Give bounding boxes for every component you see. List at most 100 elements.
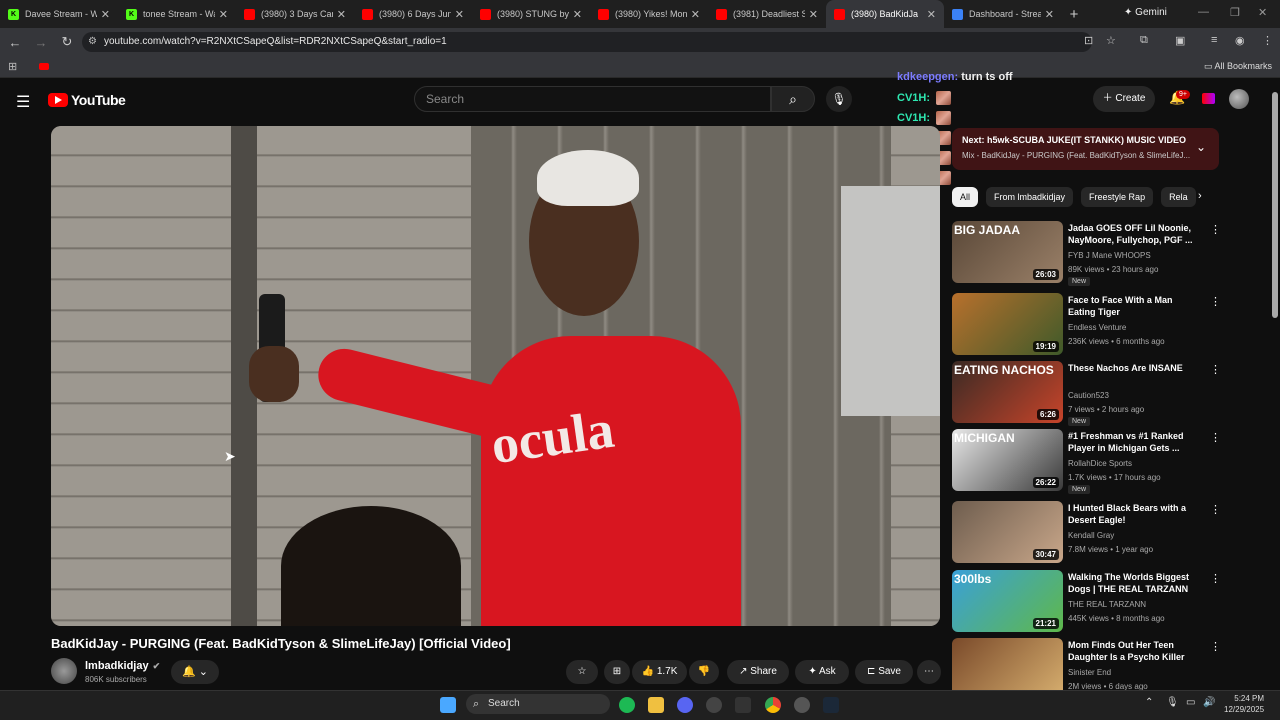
maximize-icon[interactable]: ❐ [1230, 6, 1240, 19]
tray-overflow-icon[interactable]: ⌃ [1145, 697, 1153, 708]
recommendation-title[interactable]: Mom Finds Out Her Teen Daughter Is a Psy… [1068, 639, 1202, 663]
browser-tab[interactable]: (3980) BadKidJa ✕ [826, 0, 944, 28]
page-scrollbar[interactable] [1272, 92, 1278, 318]
volume-icon[interactable]: 🔊 [1203, 697, 1215, 708]
microphone-tray-icon[interactable]: 🎙 [1166, 697, 1179, 708]
more-vert-icon[interactable]: ⋮ [1210, 503, 1221, 516]
recommendation-channel[interactable]: Caution523 [1068, 391, 1109, 400]
back-icon[interactable]: ← [4, 35, 26, 50]
create-button[interactable]: ＋ Create [1093, 86, 1155, 112]
channel-avatar[interactable] [51, 658, 77, 684]
youtube-logo[interactable]: YouTube [48, 92, 126, 108]
video-thumbnail[interactable]: 30:47 [952, 501, 1063, 563]
spotify-icon[interactable] [619, 697, 635, 713]
filter-chip[interactable]: Freestyle Rap [1081, 187, 1154, 207]
browser-tab[interactable]: Dashboard - Strea ✕ [944, 0, 1062, 28]
close-tab-icon[interactable]: ✕ [1045, 8, 1054, 21]
discord-icon[interactable] [677, 697, 693, 713]
network-icon[interactable]: ▭ [1186, 697, 1195, 708]
like-button[interactable]: 👍 1.7K [632, 660, 687, 684]
recommendation-channel[interactable]: RollahDice Sports [1068, 459, 1132, 468]
recommendation-title[interactable]: Walking The Worlds Biggest Dogs | THE RE… [1068, 571, 1202, 595]
close-window-icon[interactable]: ✕ [1258, 6, 1267, 19]
recommendation-channel[interactable]: Kendall Gray [1068, 531, 1114, 540]
media-icon[interactable]: ≡ [1211, 34, 1217, 46]
subscription-bell-button[interactable]: 🔔 ⌄ [171, 660, 219, 684]
close-tab-icon[interactable]: ✕ [101, 8, 110, 21]
recommendation-title[interactable]: #1 Freshman vs #1 Ranked Player in Michi… [1068, 430, 1202, 454]
browser-tab[interactable]: Ktonee Stream - Wat ✕ [118, 0, 236, 28]
close-tab-icon[interactable]: ✕ [573, 8, 582, 21]
profile-icon[interactable]: ◉ [1235, 34, 1245, 47]
filter-chip[interactable]: All [952, 187, 979, 207]
chevron-right-icon[interactable]: › [1198, 190, 1202, 202]
more-vert-icon[interactable]: ⋮ [1210, 223, 1221, 236]
more-vert-icon[interactable]: ⋮ [1210, 431, 1221, 444]
search-button[interactable]: ⌕ [771, 86, 815, 112]
ask-button[interactable]: ✦ Ask [795, 660, 849, 684]
close-tab-icon[interactable]: ✕ [809, 8, 818, 21]
bookmark-star-icon[interactable]: ☆ [1106, 34, 1116, 47]
dislike-button[interactable]: 👎 [689, 660, 719, 684]
browser-tab[interactable]: (3980) 3 Days Camp ✕ [236, 0, 354, 28]
close-tab-icon[interactable]: ✕ [219, 8, 228, 21]
sidepanel-icon[interactable]: ▣ [1175, 34, 1185, 47]
save-to-star-button[interactable]: ☆ [566, 660, 598, 684]
browser-tab[interactable]: (3980) Yikes! Mons ✕ [590, 0, 708, 28]
channel-name-link[interactable]: lmbadkidjay ✔ [85, 660, 160, 672]
recommendation-item[interactable]: 19:19 Face to Face With a Man Eating Tige… [952, 293, 1252, 357]
save-button[interactable]: ⊏ Save [855, 660, 913, 684]
youtube-bookmark-icon[interactable] [39, 63, 49, 70]
steam-icon[interactable] [823, 697, 839, 713]
system-clock[interactable]: 5:24 PM 12/29/2025 [1224, 693, 1264, 715]
close-tab-icon[interactable]: ✕ [691, 8, 700, 21]
search-input[interactable]: Search [414, 86, 771, 112]
video-thumbnail[interactable]: BIG JADAA 26:03 [952, 221, 1063, 283]
app-icon[interactable] [794, 697, 810, 713]
epic-games-icon[interactable] [735, 697, 751, 713]
video-player[interactable]: ocula [51, 126, 940, 626]
more-vert-icon[interactable]: ⋮ [1210, 572, 1221, 585]
recommendation-title[interactable]: I Hunted Black Bears with a Desert Eagle… [1068, 502, 1202, 526]
all-bookmarks-button[interactable]: ▭ All Bookmarks [1204, 61, 1272, 72]
recommendation-item[interactable]: BIG JADAA 26:03 Jadaa GOES OFF Lil Noonie,… [952, 221, 1252, 286]
video-thumbnail[interactable]: 19:19 [952, 293, 1063, 355]
reload-icon[interactable]: ↻ [56, 34, 78, 50]
filter-chip[interactable]: Rela [1161, 187, 1196, 207]
apps-grid-icon[interactable]: ⊞ [8, 60, 17, 73]
chrome-icon[interactable] [765, 697, 781, 713]
filter-chip[interactable]: From lmbadkidjay [986, 187, 1074, 207]
more-actions-button[interactable]: ⋯ [917, 660, 941, 684]
recommendation-item[interactable]: 300lbs 21:21 Walking The Worlds Biggest Do… [952, 570, 1252, 634]
chevron-down-icon[interactable]: ⌄ [1196, 140, 1206, 154]
voice-search-icon[interactable]: 🎙 [826, 86, 852, 112]
more-vert-icon[interactable]: ⋮ [1210, 295, 1221, 308]
close-tab-icon[interactable]: ✕ [455, 8, 464, 21]
recommendation-title[interactable]: These Nachos Are INSANE [1068, 362, 1202, 374]
extensions-icon[interactable]: ⧉ [1140, 34, 1148, 47]
recommendation-item[interactable]: MICHIGAN 26:22 #1 Freshman vs #1 Ranked Pl… [952, 429, 1252, 494]
file-explorer-icon[interactable] [648, 697, 664, 713]
video-thumbnail[interactable]: MICHIGAN 26:22 [952, 429, 1063, 491]
minimize-icon[interactable]: — [1198, 6, 1209, 18]
taskbar-search[interactable]: Search [466, 694, 610, 714]
recommendation-title[interactable]: Jadaa GOES OFF Lil Noonie, NayMoore, Ful… [1068, 222, 1202, 246]
hamburger-menu-icon[interactable]: ☰ [16, 92, 30, 112]
browser-tab[interactable]: (3980) 6 Days Jung ✕ [354, 0, 472, 28]
install-icon[interactable]: ⊡ [1084, 34, 1093, 47]
clip-button[interactable]: ⊞ [604, 660, 630, 684]
browser-tab[interactable]: (3981) Deadliest Sc ✕ [708, 0, 826, 28]
video-thumbnail[interactable]: 300lbs 21:21 [952, 570, 1063, 632]
more-vert-icon[interactable]: ⋮ [1210, 640, 1221, 653]
windows-start-icon[interactable] [440, 697, 456, 713]
recommendation-channel[interactable]: Endless Venture [1068, 323, 1126, 332]
browser-tab[interactable]: (3980) STUNG by a ✕ [472, 0, 590, 28]
obs-icon[interactable] [706, 697, 722, 713]
recommendation-channel[interactable]: THE REAL TARZANN [1068, 600, 1146, 609]
recommendation-title[interactable]: Face to Face With a Man Eating Tiger [1068, 294, 1202, 318]
extension-icon[interactable] [1202, 93, 1215, 104]
close-tab-icon[interactable]: ✕ [927, 8, 936, 21]
recommendation-channel[interactable]: Sinister End [1068, 668, 1111, 677]
video-thumbnail[interactable]: EATING NACHOS 6:26 [952, 361, 1063, 423]
close-tab-icon[interactable]: ✕ [337, 8, 346, 21]
